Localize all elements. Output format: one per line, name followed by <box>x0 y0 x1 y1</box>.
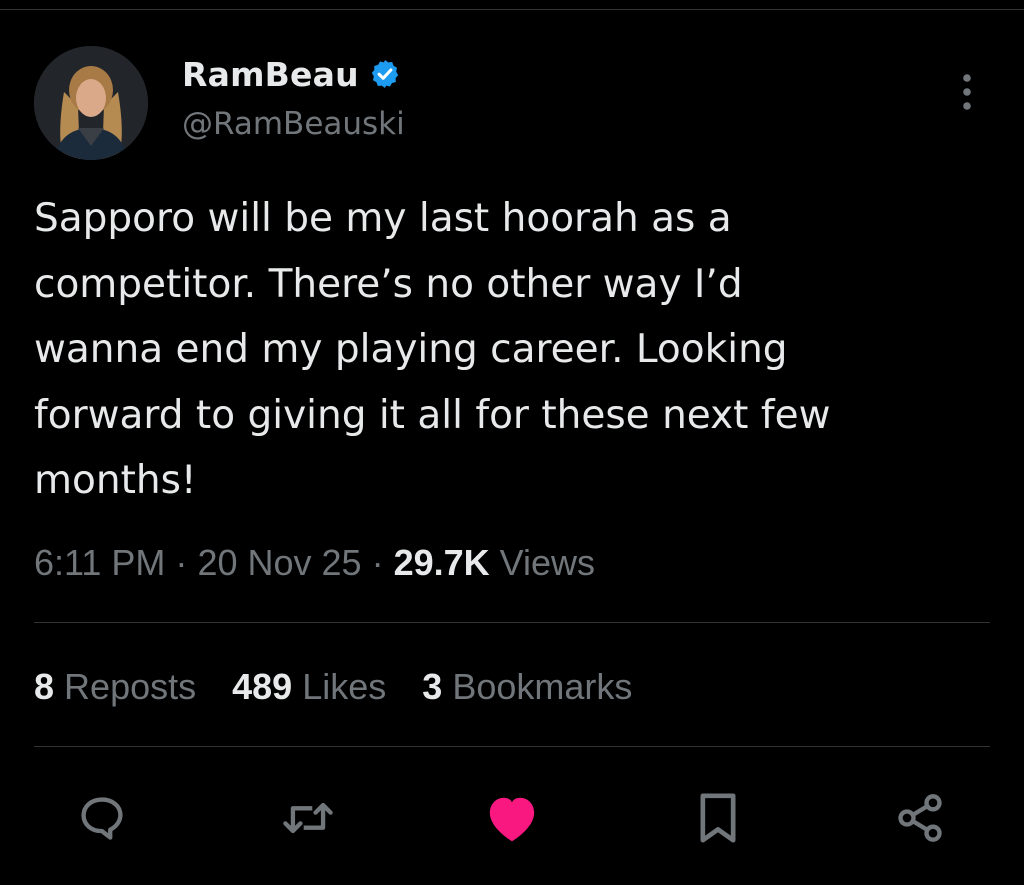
more-options-button[interactable] <box>950 70 984 114</box>
likes-label: Likes <box>302 666 387 707</box>
reposts-count: 8 <box>34 666 55 707</box>
meta-separator: · <box>175 542 188 583</box>
author-handle[interactable]: @RamBeauski <box>182 104 405 144</box>
engagement-stats: 8 Reposts 489 Likes 3 Bookmarks <box>34 664 668 710</box>
top-divider <box>0 9 1024 10</box>
likes-stat[interactable]: 489 Likes <box>232 664 386 710</box>
bookmark-button[interactable] <box>688 788 748 848</box>
author-name-row: RamBeau <box>182 52 401 96</box>
divider <box>34 622 990 623</box>
likes-count: 489 <box>232 666 293 707</box>
avatar[interactable] <box>34 46 148 160</box>
meta-separator: · <box>371 542 384 583</box>
repost-button[interactable] <box>278 788 338 848</box>
author-display-name[interactable]: RamBeau <box>182 55 359 94</box>
reposts-stat[interactable]: 8 Reposts <box>34 664 196 710</box>
share-nodes-icon <box>898 794 942 842</box>
tweet-date[interactable]: 20 Nov 25 <box>197 542 361 583</box>
bookmarks-stat[interactable]: 3 Bookmarks <box>422 664 632 710</box>
share-button[interactable] <box>890 788 950 848</box>
divider <box>34 746 990 747</box>
speech-bubble-icon <box>81 797 123 840</box>
bookmarks-label: Bookmarks <box>452 666 633 707</box>
bookmarks-count: 3 <box>422 666 443 707</box>
verified-badge-icon <box>369 58 401 90</box>
reply-button[interactable] <box>72 788 132 848</box>
tweet-text: Sapporo will be my last hoorah as a comp… <box>34 196 831 504</box>
tweet-time[interactable]: 6:11 PM <box>34 542 165 583</box>
tweet-meta: 6:11 PM · 20 Nov 25 · 29.7K Views <box>34 540 595 586</box>
bookmark-icon <box>700 793 736 843</box>
profile-photo-icon <box>34 46 148 160</box>
repost-arrows-icon <box>283 802 333 834</box>
vertical-dots-icon <box>963 74 971 110</box>
reposts-label: Reposts <box>64 666 197 707</box>
views-count: 29.7K <box>393 542 490 583</box>
heart-icon <box>489 797 535 842</box>
views-label: Views <box>499 542 596 583</box>
like-button[interactable] <box>482 788 542 848</box>
